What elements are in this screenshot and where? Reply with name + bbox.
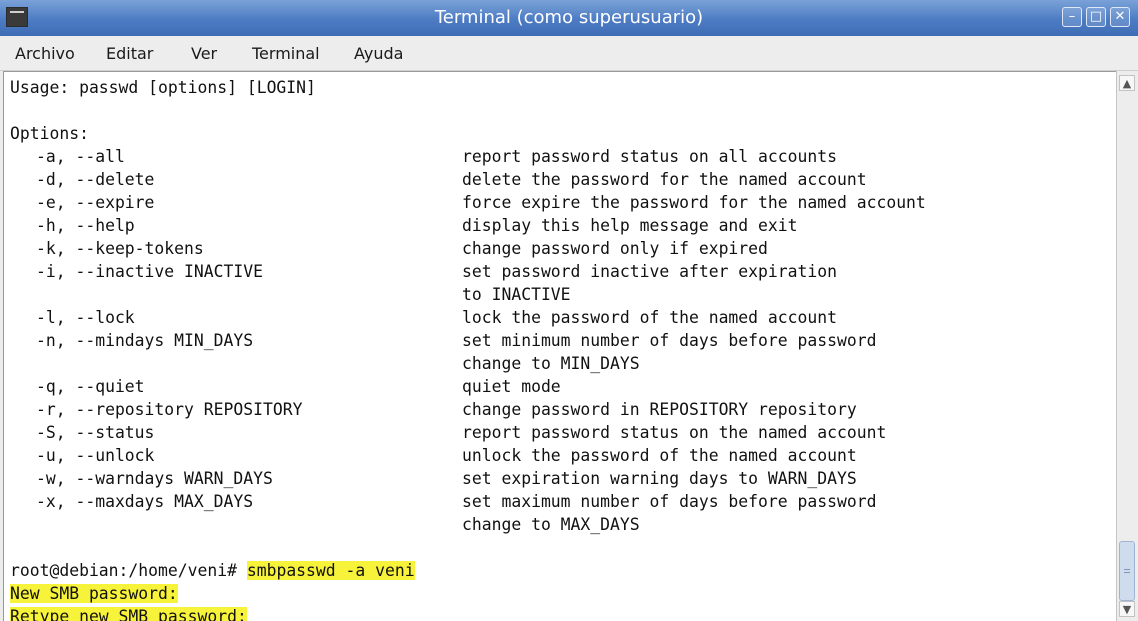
menu-archivo[interactable]: Archivo — [15, 44, 75, 63]
menu-ayuda[interactable]: Ayuda — [354, 44, 403, 63]
minimize-button[interactable]: – — [1062, 7, 1082, 27]
option-flag: -r, --repository REPOSITORY — [36, 400, 303, 419]
option-flag: -k, --keep-tokens — [36, 239, 204, 258]
option-flag: -i, --inactive INACTIVE — [36, 262, 263, 281]
option-description: set maximum number of days before passwo… — [462, 492, 877, 511]
menu-terminal[interactable]: Terminal — [252, 44, 320, 63]
terminal-output[interactable]: Usage: passwd [options] [LOGIN] Options:… — [3, 71, 1116, 621]
output-line: Retype new SMB password: — [10, 605, 247, 621]
option-flag: -w, --warndays WARN_DAYS — [36, 469, 273, 488]
close-button[interactable]: ✕ — [1110, 7, 1130, 27]
terminal-window: Terminal (como superusuario) – □ ✕ Archi… — [0, 0, 1138, 621]
option-description-continued: to INACTIVE — [462, 285, 571, 304]
option-flag: -q, --quiet — [36, 377, 145, 396]
scroll-down-icon[interactable]: ▼ — [1119, 601, 1135, 617]
option-flag: -d, --delete — [36, 170, 155, 189]
option-description-continued: change to MAX_DAYS — [462, 515, 640, 534]
vertical-scrollbar[interactable]: ▲ ▼ — [1116, 71, 1138, 621]
title-bar[interactable]: Terminal (como superusuario) – □ ✕ — [0, 0, 1138, 36]
thumb-grip-icon — [1124, 569, 1130, 570]
option-flag: -l, --lock — [36, 308, 135, 327]
scroll-thumb[interactable] — [1119, 541, 1135, 601]
option-description: change password only if expired — [462, 239, 768, 258]
command-line: root@debian:/home/veni# smbpasswd -a ven… — [10, 559, 415, 582]
shell-prompt: root@debian:/home/veni# — [10, 561, 247, 580]
option-description: quiet mode — [462, 377, 561, 396]
option-flag: -a, --all — [36, 147, 125, 166]
option-flag: -n, --mindays MIN_DAYS — [36, 331, 254, 350]
smb-password-prompt: New SMB password: — [10, 584, 178, 603]
option-description: report password status on the named acco… — [462, 423, 887, 442]
menu-ver[interactable]: Ver — [191, 44, 217, 63]
option-description: force expire the password for the named … — [462, 193, 926, 212]
smb-retype-password-prompt: Retype new SMB password: — [10, 607, 247, 621]
option-description: set expiration warning days to WARN_DAYS — [462, 469, 857, 488]
option-description: change password in REPOSITORY repository — [462, 400, 857, 419]
option-description: set password inactive after expiration — [462, 262, 837, 281]
menu-editar[interactable]: Editar — [106, 44, 153, 63]
option-description-continued: change to MIN_DAYS — [462, 354, 640, 373]
scroll-up-icon[interactable]: ▲ — [1119, 75, 1135, 91]
maximize-button[interactable]: □ — [1086, 7, 1106, 27]
option-flag: -u, --unlock — [36, 446, 155, 465]
option-flag: -e, --expire — [36, 193, 155, 212]
option-description: unlock the password of the named account — [462, 446, 857, 465]
option-flag: -h, --help — [36, 216, 135, 235]
option-description: delete the password for the named accoun… — [462, 170, 867, 189]
options-header: Options: — [10, 124, 89, 143]
option-flag: -S, --status — [36, 423, 155, 442]
highlighted-command: smbpasswd -a veni — [246, 561, 415, 580]
option-description: report password status on all accounts — [462, 147, 837, 166]
option-description: lock the password of the named account — [462, 308, 837, 327]
output-line: New SMB password: — [10, 582, 178, 605]
option-flag: -x, --maxdays MAX_DAYS — [36, 492, 254, 511]
option-description: set minimum number of days before passwo… — [462, 331, 877, 350]
option-description: display this help message and exit — [462, 216, 798, 235]
menu-bar: Archivo Editar Ver Terminal Ayuda — [0, 36, 1138, 71]
window-title: Terminal (como superusuario) — [434, 7, 704, 28]
usage-line: Usage: passwd [options] [LOGIN] — [10, 78, 316, 97]
